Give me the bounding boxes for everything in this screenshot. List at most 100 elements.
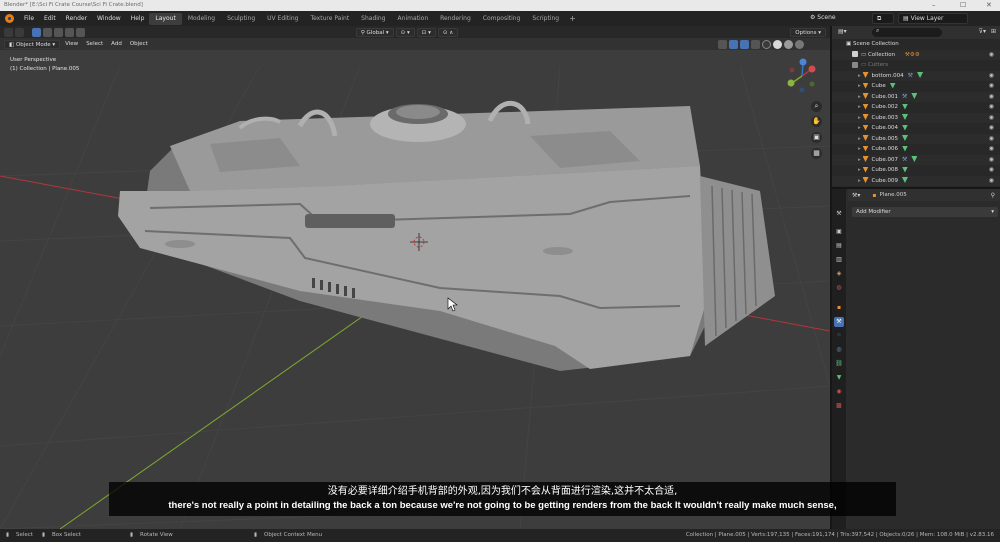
filter-icon[interactable]: ⊽▾	[979, 28, 986, 35]
include-checkbox[interactable]	[852, 51, 858, 57]
expand-arrow-icon[interactable]: ▸	[858, 94, 863, 100]
texture-tab-icon[interactable]: ▩	[834, 401, 844, 411]
scene-tab-icon[interactable]: ◈	[834, 269, 844, 279]
orientation-dropdown[interactable]: ⚲ Global ▾	[355, 27, 394, 37]
outliner-row-cutters[interactable]: ▭ Cutters	[832, 60, 1000, 71]
gizmo-z-icon[interactable]	[799, 58, 807, 66]
minimize-icon[interactable]: –	[932, 0, 936, 11]
proportional-toggle[interactable]: ⊙ ∧	[437, 27, 459, 37]
eye-icon[interactable]: ◉	[989, 92, 994, 103]
zoom-icon[interactable]: ⌕	[811, 101, 822, 112]
select-tool-icon[interactable]	[15, 27, 24, 37]
visibility-icon[interactable]	[718, 39, 727, 49]
constraints-tab-icon[interactable]: ⛓	[834, 359, 844, 369]
view-layer-selector[interactable]: ▤ View Layer	[898, 13, 968, 24]
tab-texture-paint[interactable]: Texture Paint	[304, 13, 355, 25]
eye-icon[interactable]: ◉	[989, 71, 994, 82]
expand-arrow-icon[interactable]: ▸	[858, 146, 863, 152]
eye-icon[interactable]: ◉	[989, 102, 994, 113]
select-invert-icon[interactable]	[65, 27, 74, 37]
select-extend-icon[interactable]	[43, 27, 52, 37]
output-tab-icon[interactable]: ▤	[834, 241, 844, 251]
gizmo-toggle-icon[interactable]	[729, 39, 738, 49]
outliner-row-object[interactable]: ▸ bottom.004 ⚒ ◉	[832, 70, 1000, 82]
eye-icon[interactable]: ◉	[989, 123, 994, 134]
menu-file[interactable]: File	[19, 15, 39, 22]
outliner-row-object[interactable]: ▸ Cube.006 ◉	[832, 144, 1000, 155]
outliner-row-scene-collection[interactable]: ▣ Scene Collection	[832, 39, 1000, 50]
editor-type-icon[interactable]	[4, 27, 13, 37]
scene-selector[interactable]: ⚙ Scene	[806, 13, 866, 24]
eye-icon[interactable]: ◉	[989, 113, 994, 124]
solid-shading-icon[interactable]	[773, 39, 782, 49]
expand-arrow-icon[interactable]: ▸	[858, 178, 863, 184]
options-dropdown[interactable]: Options ▾	[790, 27, 826, 37]
viewport-scene[interactable]	[0, 26, 830, 529]
data-tab-icon[interactable]: ▼	[834, 373, 844, 383]
menu-object[interactable]: Object	[126, 41, 152, 47]
expand-arrow-icon[interactable]: ▸	[858, 125, 863, 131]
xray-toggle-icon[interactable]	[751, 39, 760, 49]
physics-tab-icon[interactable]: ◎	[834, 345, 844, 355]
scene-actions[interactable]: ⧉	[872, 13, 894, 24]
add-workspace-icon[interactable]: +	[565, 14, 580, 23]
tab-modeling[interactable]: Modeling	[182, 13, 221, 25]
object-tab-icon[interactable]: ▪	[834, 303, 844, 313]
render-tab-icon[interactable]: ▣	[834, 227, 844, 237]
camera-icon[interactable]: ▣	[811, 132, 822, 143]
eye-icon[interactable]: ◉	[989, 50, 994, 61]
outliner-search-input[interactable]	[872, 28, 942, 37]
menu-add[interactable]: Add	[107, 41, 126, 47]
eye-icon[interactable]: ◉	[989, 134, 994, 145]
new-collection-icon[interactable]: ⊞	[991, 28, 996, 35]
include-checkbox[interactable]	[852, 61, 858, 68]
select-intersect-icon[interactable]	[76, 27, 85, 37]
mode-dropdown[interactable]: ◧ Object Mode ▾	[4, 39, 61, 49]
eye-icon[interactable]: ◉	[989, 144, 994, 155]
expand-arrow-icon[interactable]: ▸	[858, 115, 863, 121]
outliner-row-object[interactable]: ▸ Cube.004 ◉	[832, 123, 1000, 134]
modifier-tab-icon[interactable]: ⚒	[834, 317, 844, 327]
gizmo-y-icon[interactable]	[787, 79, 795, 87]
tab-scripting[interactable]: Scripting	[526, 13, 565, 25]
eye-icon[interactable]: ◉	[989, 155, 994, 166]
eye-icon[interactable]: ◉	[989, 81, 994, 92]
pin-icon[interactable]: ⚲	[991, 192, 995, 199]
menu-view[interactable]: View	[61, 41, 82, 47]
outliner-row-object[interactable]: ▸ Cube ◉	[832, 81, 1000, 92]
outliner-row-object[interactable]: ▸ Cube.002 ◉	[832, 102, 1000, 113]
menu-edit[interactable]: Edit	[39, 15, 61, 22]
tab-layout[interactable]: Layout	[149, 12, 182, 25]
wireframe-shading-icon[interactable]	[762, 39, 771, 49]
outliner-row-object[interactable]: ▸ Cube.005 ◉	[832, 133, 1000, 145]
outliner-row-collection[interactable]: ▭ Collection ⚒⚙⚙ ◉	[832, 49, 1000, 61]
outliner-row-object[interactable]: ▸ Cube.001 ⚒ ◉	[832, 91, 1000, 103]
select-subtract-icon[interactable]	[54, 27, 63, 37]
properties-editor-icon[interactable]: ⚒▾	[852, 192, 860, 199]
blender-logo-icon[interactable]	[5, 14, 14, 23]
outliner-row-object[interactable]: ▸ Cube.008 ◉	[832, 165, 1000, 176]
expand-arrow-icon[interactable]: ▸	[858, 83, 863, 89]
tab-sculpting[interactable]: Sculpting	[221, 13, 261, 25]
3d-viewport[interactable]: ⚲ Global ▾ ⊙ ▾ ⊡ ▾ ⊙ ∧ Options ▾ ◧ Objec…	[0, 26, 830, 529]
material-tab-icon[interactable]: ◉	[834, 387, 844, 397]
tool-settings-tab-icon[interactable]: ⚒	[834, 209, 844, 219]
eye-icon[interactable]: ◉	[989, 165, 994, 176]
pan-hand-icon[interactable]: ✋	[811, 116, 822, 127]
expand-arrow-icon[interactable]: ▸	[858, 73, 863, 79]
sci-fi-crate-model[interactable]	[118, 100, 775, 371]
close-icon[interactable]: ✕	[986, 0, 992, 11]
menu-render[interactable]: Render	[61, 15, 92, 22]
expand-arrow-icon[interactable]: ▸	[858, 104, 863, 110]
particles-tab-icon[interactable]: ⁘	[834, 331, 844, 341]
outliner-row-object[interactable]: ▸ Cube.003 ◉	[832, 112, 1000, 124]
expand-arrow-icon[interactable]: ▸	[858, 157, 863, 163]
outliner-row-object[interactable]: ▸ Cube.007 ⚒ ◉	[832, 154, 1000, 166]
snap-toggle[interactable]: ⊡ ▾	[416, 27, 436, 37]
material-shading-icon[interactable]	[784, 39, 793, 49]
outliner-editor-icon[interactable]: ▤▾	[838, 28, 847, 35]
tab-uv-editing[interactable]: UV Editing	[261, 13, 304, 25]
add-modifier-dropdown[interactable]: Add Modifier ▾	[852, 207, 998, 217]
tab-animation[interactable]: Animation	[392, 13, 435, 25]
maximize-icon[interactable]: ☐	[960, 0, 966, 11]
